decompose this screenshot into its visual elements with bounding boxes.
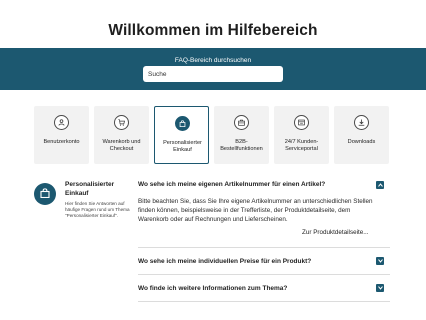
category-card-serviceportal[interactable]: 24/7 Kunden-Serviceportal xyxy=(274,106,329,164)
category-label: Personalisierter Einkauf xyxy=(163,140,202,153)
faq-answer: Bitte beachten Sie, dass Sie Ihre eigene… xyxy=(138,198,373,223)
product-detail-link[interactable]: Zur Produktdetailseite... xyxy=(302,229,369,236)
shopping-bag-icon xyxy=(175,116,190,131)
faq-question[interactable]: Wo sehe ich meine individuellen Preise f… xyxy=(138,258,311,265)
category-card-benutzerkonto[interactable]: Benutzerkonto xyxy=(34,106,89,164)
portal-icon xyxy=(294,115,309,130)
download-icon xyxy=(354,115,369,130)
chevron-down-icon[interactable] xyxy=(376,257,384,265)
category-label: B2B-Bestellfunktionen xyxy=(220,139,263,152)
category-card-personalisierter-einkauf[interactable]: Personalisierter Einkauf xyxy=(154,106,209,164)
category-card-b2b[interactable]: B2B-Bestellfunktionen xyxy=(214,106,269,164)
page-title: Willkommen im Hilfebereich xyxy=(108,22,318,39)
chevron-down-icon[interactable] xyxy=(376,284,384,292)
category-label: 24/7 Kunden-Serviceportal xyxy=(284,139,319,152)
user-icon xyxy=(54,115,69,130)
cart-icon xyxy=(114,115,129,130)
category-cards: Benutzerkonto Warenkorb und Checkout Per… xyxy=(34,106,394,164)
section-title: Personalisierter Einkauf xyxy=(65,181,115,197)
faq-item: Wo sehe ich meine individuellen Preise f… xyxy=(138,248,390,275)
category-label: Benutzerkonto xyxy=(43,139,80,145)
category-label: Downloads xyxy=(347,139,376,145)
search-input[interactable] xyxy=(143,66,283,82)
section-description: Hier finden Sie Antworten auf häufige Fr… xyxy=(65,201,130,218)
faq-question[interactable]: Wo finde ich weitere Informationen zum T… xyxy=(138,285,287,292)
category-card-downloads[interactable]: Downloads xyxy=(334,106,389,164)
section-info: Personalisierter Einkauf Hier finden Sie… xyxy=(34,178,130,238)
shopping-bag-icon xyxy=(34,183,56,205)
category-label: Warenkorb und Checkout xyxy=(102,139,141,152)
search-label: FAQ-Bereich durchsuchen xyxy=(174,57,252,64)
category-card-warenkorb[interactable]: Warenkorb und Checkout xyxy=(94,106,149,164)
faq-item: Wo sehe ich meine eigenen Artikelnummer … xyxy=(138,178,390,248)
faq-item: Wo finde ich weitere Informationen zum T… xyxy=(138,275,390,302)
faq-question[interactable]: Wo sehe ich meine eigenen Artikelnummer … xyxy=(138,181,325,188)
briefcase-icon xyxy=(234,115,249,130)
chevron-up-icon[interactable] xyxy=(376,181,384,189)
